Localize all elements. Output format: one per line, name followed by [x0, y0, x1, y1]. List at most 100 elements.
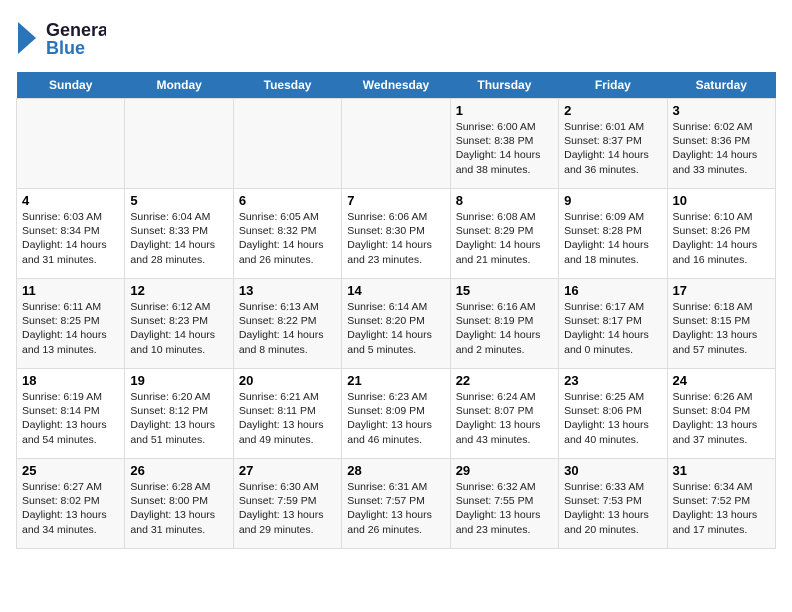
date-number: 13	[239, 283, 336, 298]
cell-content: Sunrise: 6:26 AM Sunset: 8:04 PM Dayligh…	[673, 390, 770, 447]
calendar-cell: 28 Sunrise: 6:31 AM Sunset: 7:57 PM Dayli…	[342, 459, 450, 549]
week-row-1: 1Sunrise: 6:00 AM Sunset: 8:38 PM Daylig…	[17, 99, 776, 189]
date-number: 6	[239, 193, 336, 208]
cell-content: Sunrise: 6:33 AM Sunset: 7:53 PM Dayligh…	[564, 480, 661, 537]
cell-content: Sunrise: 6:20 AM Sunset: 8:12 PM Dayligh…	[130, 390, 227, 447]
calendar-cell: 3Sunrise: 6:02 AM Sunset: 8:36 PM Daylig…	[667, 99, 775, 189]
calendar-cell	[342, 99, 450, 189]
date-number: 25	[22, 463, 119, 478]
cell-content: Sunrise: 6:11 AM Sunset: 8:25 PM Dayligh…	[22, 300, 119, 357]
date-number: 23	[564, 373, 661, 388]
calendar-cell: 12 Sunrise: 6:12 AM Sunset: 8:23 PM Dayli…	[125, 279, 233, 369]
date-number: 11	[22, 283, 119, 298]
date-number: 7	[347, 193, 444, 208]
date-number: 14	[347, 283, 444, 298]
calendar-cell: 5 Sunrise: 6:04 AM Sunset: 8:33 PM Daylig…	[125, 189, 233, 279]
calendar-cell: 23 Sunrise: 6:25 AM Sunset: 8:06 PM Dayli…	[559, 369, 667, 459]
calendar-cell: 22 Sunrise: 6:24 AM Sunset: 8:07 PM Dayli…	[450, 369, 558, 459]
date-number: 8	[456, 193, 553, 208]
date-number: 4	[22, 193, 119, 208]
date-number: 15	[456, 283, 553, 298]
date-number: 10	[673, 193, 770, 208]
day-header-friday: Friday	[559, 72, 667, 99]
calendar-cell: 11 Sunrise: 6:11 AM Sunset: 8:25 PM Dayli…	[17, 279, 125, 369]
cell-content: Sunrise: 6:08 AM Sunset: 8:29 PM Dayligh…	[456, 210, 553, 267]
calendar-cell: 24 Sunrise: 6:26 AM Sunset: 8:04 PM Dayli…	[667, 369, 775, 459]
date-number: 22	[456, 373, 553, 388]
svg-text:General: General	[46, 20, 106, 40]
cell-content: Sunrise: 6:31 AM Sunset: 7:57 PM Dayligh…	[347, 480, 444, 537]
calendar-cell: 2 Sunrise: 6:01 AM Sunset: 8:37 PM Daylig…	[559, 99, 667, 189]
calendar-cell: 25 Sunrise: 6:27 AM Sunset: 8:02 PM Dayli…	[17, 459, 125, 549]
week-row-3: 11 Sunrise: 6:11 AM Sunset: 8:25 PM Dayli…	[17, 279, 776, 369]
date-number: 16	[564, 283, 661, 298]
cell-content: Sunrise: 6:27 AM Sunset: 8:02 PM Dayligh…	[22, 480, 119, 537]
week-row-5: 25 Sunrise: 6:27 AM Sunset: 8:02 PM Dayli…	[17, 459, 776, 549]
calendar-cell: 18Sunrise: 6:19 AM Sunset: 8:14 PM Dayli…	[17, 369, 125, 459]
cell-content: Sunrise: 6:18 AM Sunset: 8:15 PM Dayligh…	[673, 300, 770, 357]
day-header-saturday: Saturday	[667, 72, 775, 99]
cell-content: Sunrise: 6:24 AM Sunset: 8:07 PM Dayligh…	[456, 390, 553, 447]
cell-content: Sunrise: 6:02 AM Sunset: 8:36 PM Dayligh…	[673, 120, 770, 177]
date-number: 5	[130, 193, 227, 208]
date-number: 27	[239, 463, 336, 478]
date-number: 17	[673, 283, 770, 298]
day-header-tuesday: Tuesday	[233, 72, 341, 99]
calendar-cell: 29Sunrise: 6:32 AM Sunset: 7:55 PM Dayli…	[450, 459, 558, 549]
page-header: GeneralBlue	[16, 16, 776, 60]
cell-content: Sunrise: 6:25 AM Sunset: 8:06 PM Dayligh…	[564, 390, 661, 447]
calendar-cell: 26 Sunrise: 6:28 AM Sunset: 8:00 PM Dayli…	[125, 459, 233, 549]
calendar-cell: 16 Sunrise: 6:17 AM Sunset: 8:17 PM Dayli…	[559, 279, 667, 369]
date-number: 31	[673, 463, 770, 478]
calendar-cell: 7 Sunrise: 6:06 AM Sunset: 8:30 PM Daylig…	[342, 189, 450, 279]
calendar-cell: 10 Sunrise: 6:10 AM Sunset: 8:26 PM Dayli…	[667, 189, 775, 279]
calendar-cell	[17, 99, 125, 189]
day-header-wednesday: Wednesday	[342, 72, 450, 99]
date-number: 26	[130, 463, 227, 478]
header-row: SundayMondayTuesdayWednesdayThursdayFrid…	[17, 72, 776, 99]
cell-content: Sunrise: 6:21 AM Sunset: 8:11 PM Dayligh…	[239, 390, 336, 447]
cell-content: Sunrise: 6:28 AM Sunset: 8:00 PM Dayligh…	[130, 480, 227, 537]
calendar-cell: 8 Sunrise: 6:08 AM Sunset: 8:29 PM Daylig…	[450, 189, 558, 279]
calendar-cell: 6Sunrise: 6:05 AM Sunset: 8:32 PM Daylig…	[233, 189, 341, 279]
cell-content: Sunrise: 6:06 AM Sunset: 8:30 PM Dayligh…	[347, 210, 444, 267]
calendar-cell: 14 Sunrise: 6:14 AM Sunset: 8:20 PM Dayli…	[342, 279, 450, 369]
cell-content: Sunrise: 6:13 AM Sunset: 8:22 PM Dayligh…	[239, 300, 336, 357]
cell-content: Sunrise: 6:10 AM Sunset: 8:26 PM Dayligh…	[673, 210, 770, 267]
calendar-cell: 9 Sunrise: 6:09 AM Sunset: 8:28 PM Daylig…	[559, 189, 667, 279]
cell-content: Sunrise: 6:17 AM Sunset: 8:17 PM Dayligh…	[564, 300, 661, 357]
date-number: 12	[130, 283, 227, 298]
logo-svg: GeneralBlue	[16, 16, 106, 60]
date-number: 28	[347, 463, 444, 478]
day-header-sunday: Sunday	[17, 72, 125, 99]
date-number: 29	[456, 463, 553, 478]
cell-content: Sunrise: 6:09 AM Sunset: 8:28 PM Dayligh…	[564, 210, 661, 267]
date-number: 24	[673, 373, 770, 388]
calendar-cell: 13 Sunrise: 6:13 AM Sunset: 8:22 PM Dayli…	[233, 279, 341, 369]
cell-content: Sunrise: 6:34 AM Sunset: 7:52 PM Dayligh…	[673, 480, 770, 537]
date-number: 30	[564, 463, 661, 478]
cell-content: Sunrise: 6:00 AM Sunset: 8:38 PM Dayligh…	[456, 120, 553, 177]
cell-content: Sunrise: 6:03 AM Sunset: 8:34 PM Dayligh…	[22, 210, 119, 267]
logo: GeneralBlue	[16, 16, 106, 60]
calendar-table: SundayMondayTuesdayWednesdayThursdayFrid…	[16, 72, 776, 549]
cell-content: Sunrise: 6:01 AM Sunset: 8:37 PM Dayligh…	[564, 120, 661, 177]
cell-content: Sunrise: 6:30 AM Sunset: 7:59 PM Dayligh…	[239, 480, 336, 537]
cell-content: Sunrise: 6:16 AM Sunset: 8:19 PM Dayligh…	[456, 300, 553, 357]
calendar-cell	[233, 99, 341, 189]
cell-content: Sunrise: 6:23 AM Sunset: 8:09 PM Dayligh…	[347, 390, 444, 447]
date-number: 20	[239, 373, 336, 388]
cell-content: Sunrise: 6:12 AM Sunset: 8:23 PM Dayligh…	[130, 300, 227, 357]
calendar-cell: 30 Sunrise: 6:33 AM Sunset: 7:53 PM Dayli…	[559, 459, 667, 549]
calendar-cell: 21 Sunrise: 6:23 AM Sunset: 8:09 PM Dayli…	[342, 369, 450, 459]
cell-content: Sunrise: 6:14 AM Sunset: 8:20 PM Dayligh…	[347, 300, 444, 357]
calendar-cell: 27 Sunrise: 6:30 AM Sunset: 7:59 PM Dayli…	[233, 459, 341, 549]
calendar-cell: 1Sunrise: 6:00 AM Sunset: 8:38 PM Daylig…	[450, 99, 558, 189]
date-number: 9	[564, 193, 661, 208]
calendar-cell	[125, 99, 233, 189]
cell-content: Sunrise: 6:04 AM Sunset: 8:33 PM Dayligh…	[130, 210, 227, 267]
date-number: 2	[564, 103, 661, 118]
date-number: 21	[347, 373, 444, 388]
cell-content: Sunrise: 6:19 AM Sunset: 8:14 PM Dayligh…	[22, 390, 119, 447]
week-row-4: 18Sunrise: 6:19 AM Sunset: 8:14 PM Dayli…	[17, 369, 776, 459]
